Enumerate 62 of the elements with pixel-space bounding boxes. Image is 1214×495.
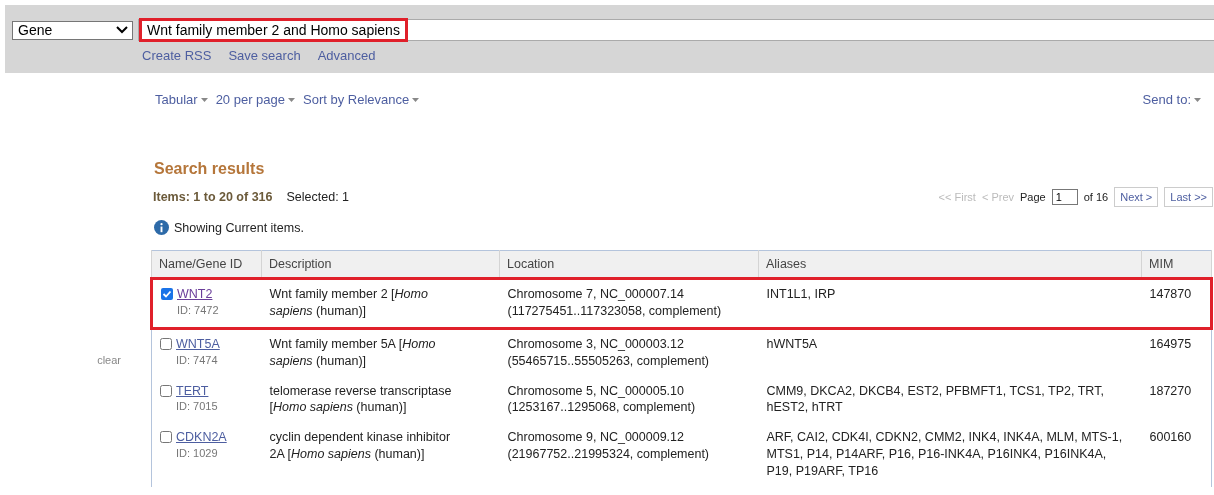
mim-cell: 164975 bbox=[1141, 328, 1212, 377]
page-total: of 16 bbox=[1083, 191, 1109, 203]
page-label: Page bbox=[1020, 191, 1046, 203]
notice-text: Showing Current items. bbox=[174, 220, 304, 235]
mim-cell: 187270 bbox=[1141, 376, 1212, 424]
last-page-button[interactable]: Last >> bbox=[1164, 187, 1213, 207]
description-cell: Wnt family member 2 [Homo sapiens (human)] bbox=[261, 278, 500, 329]
selected-count: Selected: 1 bbox=[286, 190, 350, 204]
gene-link[interactable]: TERT bbox=[176, 382, 209, 400]
column-header[interactable]: Description bbox=[261, 250, 500, 279]
description-cell-text: telomerase reverse transcriptase [Homo sapiens (human)] bbox=[268, 382, 453, 417]
gene-id: ID: 7472 bbox=[176, 302, 220, 318]
database-dropdown[interactable]: Gene bbox=[12, 20, 133, 40]
caret-icon bbox=[200, 97, 208, 102]
mim-cell: 600160 bbox=[1141, 423, 1212, 487]
chevron-down-icon bbox=[116, 26, 128, 34]
search-link[interactable]: Advanced bbox=[317, 48, 376, 63]
display-option-dropdown[interactable]: Tabular bbox=[155, 92, 208, 107]
column-header[interactable]: Name/Gene ID bbox=[151, 250, 262, 279]
aliases-cell-text: ARF, CAI2, CDK4I, CDKN2, CMM2, INK4, INK4A, MLM, MTS-1, MTS1, P14, P14ARF, P16, P16-INK4A, P16INK4, P16INK4A, P19, P19ARF, TP16 bbox=[765, 429, 1124, 480]
gene-id: ID: 7474 bbox=[175, 352, 219, 368]
page-number-field[interactable]: 1 bbox=[1051, 189, 1078, 205]
display-option-dropdown[interactable]: 20 per page bbox=[215, 92, 296, 107]
column-header[interactable]: MIM bbox=[1141, 250, 1212, 279]
mim-cell: 147870 bbox=[1141, 278, 1212, 329]
checkbox[interactable] bbox=[160, 337, 172, 350]
description-cell: Wnt family member 5A [Homo sapiens (human)] bbox=[261, 328, 500, 377]
aliases-cell: INT1L1, IRP bbox=[758, 278, 1142, 329]
search-field[interactable]: Wnt family member 2 and Homo sapiens bbox=[138, 19, 1214, 41]
checkbox[interactable] bbox=[161, 288, 173, 300]
column-header[interactable]: Location bbox=[499, 250, 759, 279]
caret-icon bbox=[288, 97, 296, 102]
gene-link[interactable]: WNT5A bbox=[176, 335, 220, 353]
items-count: Items: 1 to 20 of 316 bbox=[153, 190, 273, 204]
column-header[interactable]: Aliases bbox=[758, 250, 1142, 279]
caret-icon bbox=[1194, 97, 1201, 102]
info-icon bbox=[154, 220, 169, 235]
send-to-menu[interactable]: Send to: bbox=[1142, 92, 1201, 107]
description-cell-text: cyclin dependent kinase inhibitor 2A [Homo sapiens (human)] bbox=[268, 429, 452, 464]
gene-id: ID: 7015 bbox=[175, 399, 219, 415]
results-heading: Search results bbox=[154, 160, 266, 178]
location-text: Chromosome 7, NC_000007.14 bbox=[507, 286, 685, 303]
location-text: (21967752..21995324, complement) bbox=[507, 446, 711, 463]
location-text: Chromosome 3, NC_000003.12 bbox=[507, 335, 685, 353]
caret-icon bbox=[412, 97, 420, 102]
gene-id: ID: 1029 bbox=[175, 446, 219, 461]
checkbox[interactable] bbox=[160, 431, 172, 444]
aliases-cell: hWNT5A bbox=[758, 328, 1142, 377]
search-link[interactable]: Save search bbox=[228, 48, 301, 63]
display-option-dropdown[interactable]: Sort by Relevance bbox=[303, 92, 420, 107]
gene-link[interactable]: CDKN2A bbox=[176, 429, 227, 447]
search-link[interactable]: Create RSS bbox=[142, 48, 212, 63]
location-text: (1253167..1295068, complement) bbox=[507, 399, 697, 417]
checkbox[interactable] bbox=[160, 384, 172, 397]
location-text: (55465715..55505263, complement) bbox=[507, 352, 711, 370]
gene-link[interactable]: WNT2 bbox=[177, 286, 213, 303]
location-text: (117275451..117323058, complement) bbox=[507, 302, 723, 320]
location-text: Chromosome 5, NC_000005.10 bbox=[507, 382, 685, 400]
clear-link[interactable]: clear bbox=[97, 354, 121, 366]
location-text: Chromosome 9, NC_000009.12 bbox=[507, 429, 685, 447]
aliases-cell-text: CMM9, DKCA2, DKCB4, EST2, PFBMFT1, TCS1, TP2, TRT, hEST2, hTRT bbox=[765, 382, 1105, 417]
next-page-button[interactable]: Next > bbox=[1114, 187, 1159, 207]
